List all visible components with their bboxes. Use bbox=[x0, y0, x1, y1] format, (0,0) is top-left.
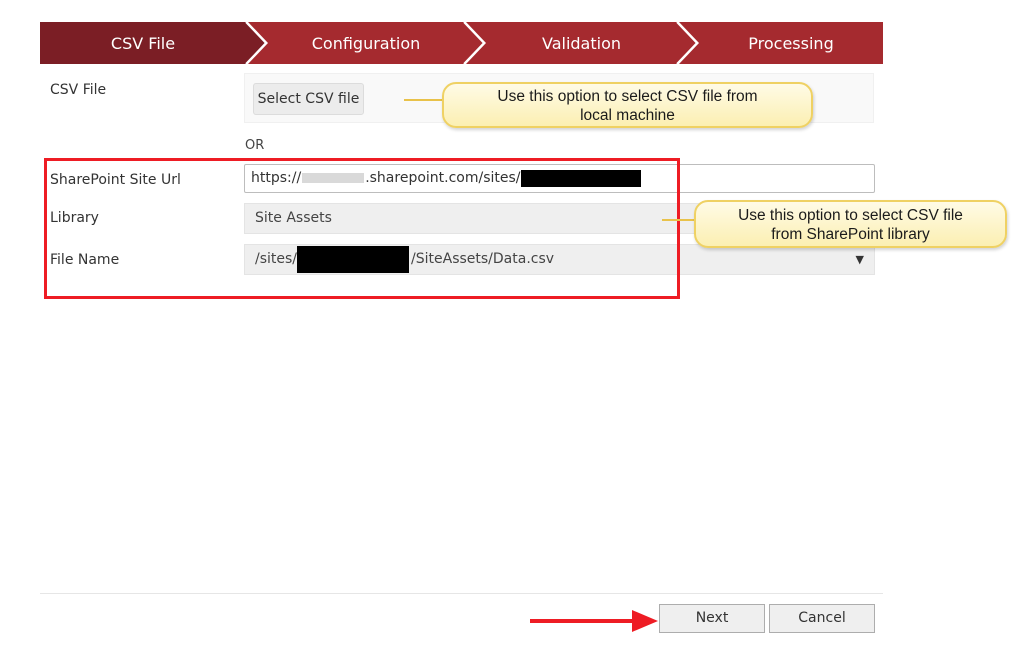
arrow-right-icon bbox=[530, 610, 658, 632]
csv-file-label: CSV File bbox=[50, 82, 107, 98]
tab-processing[interactable]: Processing bbox=[699, 22, 883, 64]
annotation-frame bbox=[44, 158, 680, 299]
select-csv-file-button[interactable]: Select CSV file bbox=[253, 83, 364, 115]
next-button[interactable]: Next bbox=[659, 604, 765, 633]
callout-local-machine: Use this option to select CSV file from … bbox=[442, 82, 813, 128]
tab-validation[interactable]: Validation bbox=[486, 22, 677, 64]
tab-configuration[interactable]: Configuration bbox=[268, 22, 464, 64]
or-separator: OR bbox=[245, 138, 265, 153]
cancel-button[interactable]: Cancel bbox=[769, 604, 875, 633]
callout-sharepoint-library: Use this option to select CSV file from … bbox=[694, 200, 1007, 248]
callout-pointer bbox=[662, 219, 698, 221]
wizard-steps: CSV File Configuration Validation Proces… bbox=[40, 22, 883, 64]
callout-pointer bbox=[404, 99, 444, 101]
chevron-down-icon[interactable]: ▼ bbox=[856, 245, 864, 274]
tab-csv-file[interactable]: CSV File bbox=[40, 22, 246, 64]
footer-divider bbox=[40, 593, 883, 594]
